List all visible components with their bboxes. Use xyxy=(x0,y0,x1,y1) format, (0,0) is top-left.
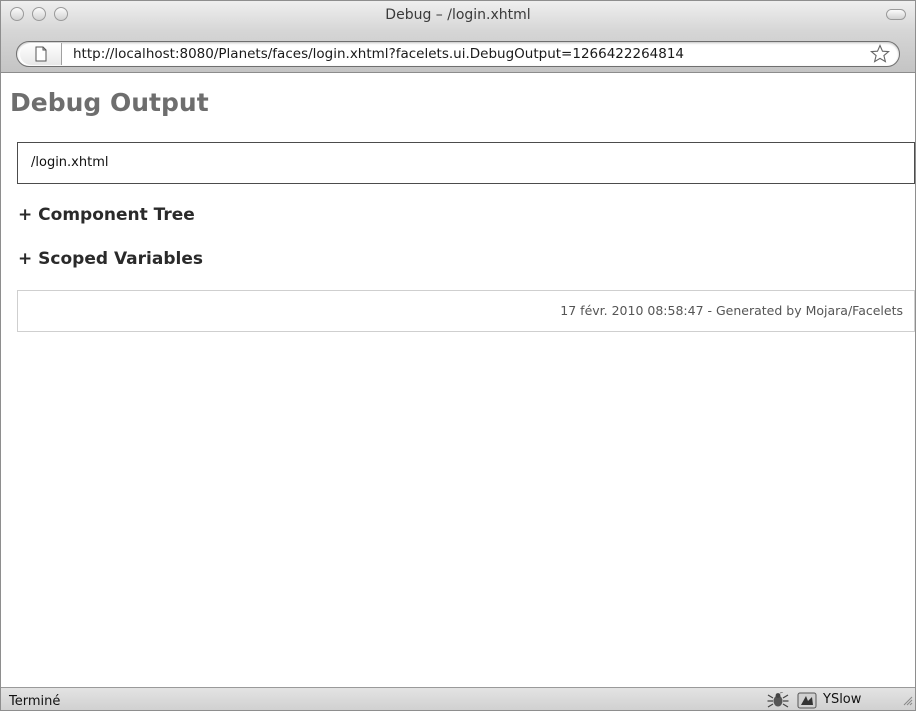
title-bar[interactable]: Debug – /login.xhtml xyxy=(1,1,915,31)
resize-grip-icon[interactable] xyxy=(901,691,913,710)
address-bar-url[interactable]: http://localhost:8080/Planets/faces/logi… xyxy=(73,46,684,62)
page-title: Debug Output xyxy=(10,88,209,117)
scoped-variables-toggle[interactable]: + Scoped Variables xyxy=(18,249,203,269)
page-content: Debug Output /login.xhtml + Component Tr… xyxy=(1,74,915,686)
toolbar: http://localhost:8080/Planets/faces/logi… xyxy=(1,31,915,73)
generated-footer: 17 févr. 2010 08:58:47 - Generated by Mo… xyxy=(560,303,903,318)
yslow-label[interactable]: YSlow xyxy=(823,692,861,707)
component-tree-toggle[interactable]: + Component Tree xyxy=(18,205,195,225)
view-id-box: /login.xhtml xyxy=(17,142,915,184)
yslow-icon[interactable] xyxy=(797,692,817,710)
status-text: Terminé xyxy=(9,694,61,709)
firebug-icon[interactable] xyxy=(767,691,789,710)
bookmark-star-icon[interactable] xyxy=(870,44,890,68)
footer-box: 17 févr. 2010 08:58:47 - Generated by Mo… xyxy=(17,290,915,332)
page-icon xyxy=(35,46,47,62)
window-title: Debug – /login.xhtml xyxy=(385,7,531,23)
status-bar: Terminé YSlow xyxy=(1,687,915,710)
site-icon-button[interactable] xyxy=(20,43,62,65)
browser-window: Debug – /login.xhtml http://localhost:80… xyxy=(0,0,916,711)
toolbar-toggle-button[interactable] xyxy=(886,9,906,20)
address-bar[interactable]: http://localhost:8080/Planets/faces/logi… xyxy=(16,41,900,67)
view-id: /login.xhtml xyxy=(31,155,109,170)
